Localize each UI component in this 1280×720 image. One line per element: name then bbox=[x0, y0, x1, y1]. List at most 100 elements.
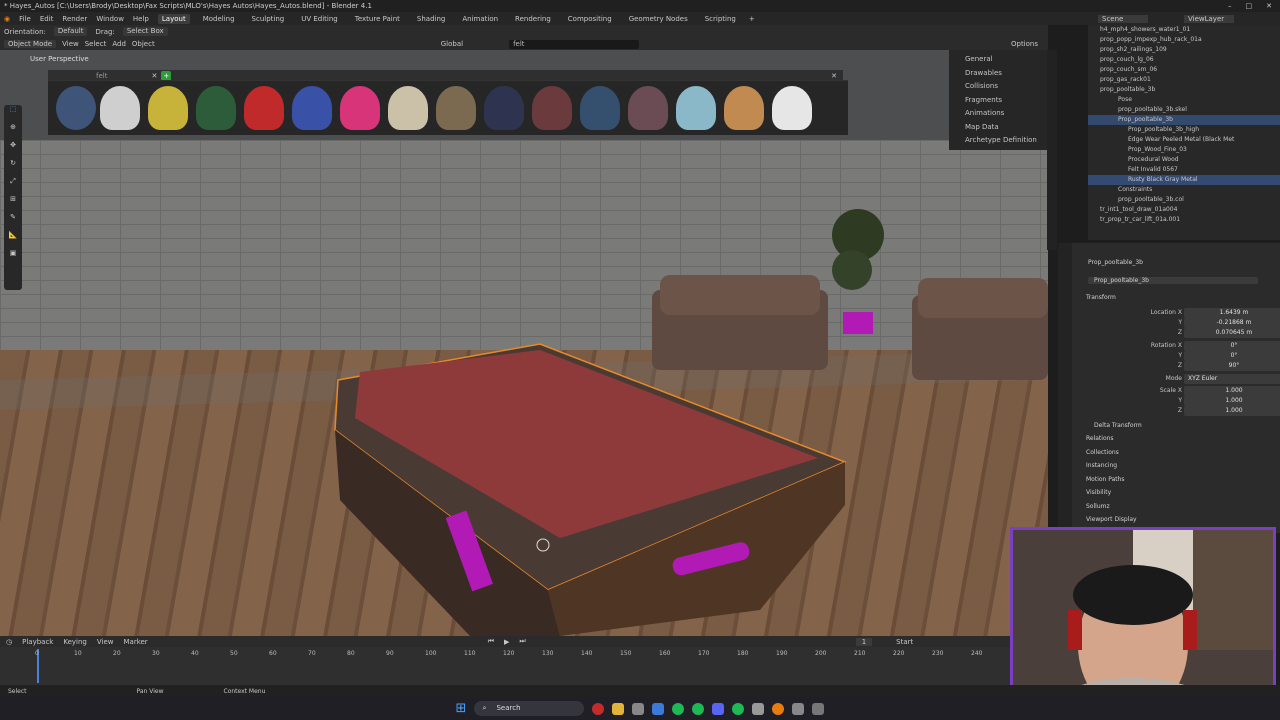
outliner-row[interactable]: prop_pooltable_3b.col bbox=[1088, 195, 1280, 205]
rotate-tool-icon[interactable]: ↻ bbox=[4, 159, 22, 177]
cursor-tool-icon[interactable]: ⊕ bbox=[4, 123, 22, 141]
taskbar-search[interactable]: ⌕ Search bbox=[474, 701, 585, 716]
scene-field[interactable]: Scene bbox=[1098, 14, 1148, 23]
tab-shading[interactable]: Shading bbox=[413, 14, 449, 24]
menu-render[interactable]: Render bbox=[62, 15, 87, 23]
tab-animation[interactable]: Animation bbox=[458, 14, 502, 24]
viewport-display-section[interactable]: Viewport Display bbox=[1086, 516, 1137, 523]
material-swatch[interactable] bbox=[196, 86, 236, 130]
object-name-field[interactable]: Prop_pooltable_3b bbox=[1088, 277, 1258, 284]
collections-section[interactable]: Collections bbox=[1086, 449, 1119, 456]
outliner-row[interactable]: Pose bbox=[1088, 95, 1280, 105]
visibility-section[interactable]: Visibility bbox=[1086, 489, 1111, 496]
menu-object[interactable]: Object bbox=[132, 40, 155, 48]
npanel-collisions[interactable]: Collisions bbox=[949, 80, 1047, 94]
rotation-x-field[interactable]: 0° bbox=[1184, 341, 1280, 351]
outliner-row[interactable]: prop_pooltable_3b bbox=[1088, 85, 1280, 95]
mode-dropdown[interactable]: Object Mode bbox=[4, 40, 57, 48]
material-swatch[interactable] bbox=[148, 86, 188, 130]
transform-orientation[interactable]: Global bbox=[441, 40, 463, 48]
relations-section[interactable]: Relations bbox=[1086, 435, 1114, 442]
menu-help[interactable]: Help bbox=[133, 15, 149, 23]
discord-icon[interactable] bbox=[712, 702, 725, 715]
transform-tool-icon[interactable]: ⊞ bbox=[4, 195, 22, 213]
timeline-view-menu[interactable]: View bbox=[97, 638, 114, 646]
folder-icon[interactable] bbox=[612, 702, 625, 715]
material-swatch[interactable] bbox=[724, 86, 764, 130]
close-icon[interactable]: ✕ bbox=[1266, 0, 1272, 12]
blender-icon[interactable] bbox=[772, 702, 785, 715]
playback-menu[interactable]: Playback bbox=[22, 638, 53, 646]
play-icon[interactable]: ▶ bbox=[504, 638, 509, 646]
sidebar-tabs[interactable] bbox=[1047, 50, 1057, 250]
orientation-dropdown[interactable]: Default bbox=[53, 27, 88, 36]
spotify-icon[interactable] bbox=[672, 702, 685, 715]
material-swatch[interactable] bbox=[388, 86, 428, 130]
jump-end-icon[interactable]: ⏭ bbox=[519, 637, 525, 646]
menu-edit[interactable]: Edit bbox=[40, 15, 54, 23]
select-tool-icon[interactable]: ⬚ bbox=[4, 105, 22, 123]
tab-sculpting[interactable]: Sculpting bbox=[248, 14, 289, 24]
outliner-row[interactable]: prop_couch_lg_06 bbox=[1088, 55, 1280, 65]
marker-menu[interactable]: Marker bbox=[123, 638, 147, 646]
viewlayer-field[interactable]: ViewLayer bbox=[1184, 14, 1234, 23]
scale-x-field[interactable]: 1.000 bbox=[1184, 386, 1280, 396]
material-swatch[interactable] bbox=[532, 86, 572, 130]
tab-scripting[interactable]: Scripting bbox=[701, 14, 740, 24]
delta-transform-section[interactable]: Delta Transform bbox=[1094, 422, 1142, 429]
sollumz-section[interactable]: Sollumz bbox=[1086, 503, 1110, 510]
app-icon[interactable] bbox=[752, 702, 765, 715]
location-x-field[interactable]: 1.6439 m bbox=[1184, 308, 1280, 318]
menu-add[interactable]: Add bbox=[112, 40, 126, 48]
scale-z-field[interactable]: 1.000 bbox=[1184, 406, 1280, 416]
material-search-input[interactable]: felt bbox=[96, 72, 107, 80]
npanel-fragments[interactable]: Fragments bbox=[949, 94, 1047, 108]
drag-dropdown[interactable]: Select Box bbox=[122, 27, 168, 36]
scale-tool-icon[interactable]: ⤢ bbox=[4, 177, 22, 195]
app-icon[interactable] bbox=[792, 702, 805, 715]
outliner-row[interactable]: prop_sh2_railings_109 bbox=[1088, 45, 1280, 55]
spotify-icon[interactable] bbox=[692, 702, 705, 715]
properties-tabs[interactable] bbox=[1058, 243, 1072, 533]
outliner-row[interactable]: Constraints bbox=[1088, 185, 1280, 195]
outliner-row[interactable]: prop_couch_sm_06 bbox=[1088, 65, 1280, 75]
outliner-row[interactable]: prop_pooltable_3b.skel bbox=[1088, 105, 1280, 115]
npanel-map-data[interactable]: Map Data bbox=[949, 121, 1047, 135]
outliner-row[interactable]: Procedural Wood bbox=[1088, 155, 1280, 165]
outliner-row[interactable]: prop_gas_rack01 bbox=[1088, 75, 1280, 85]
app-icon[interactable] bbox=[652, 702, 665, 715]
add-workspace-icon[interactable]: + bbox=[749, 15, 755, 23]
npanel-general[interactable]: General bbox=[949, 53, 1047, 67]
timeline[interactable]: 0 10 20 30 40 50 60 70 80 90 100 110 120… bbox=[0, 647, 1010, 685]
minimize-icon[interactable]: – bbox=[1228, 0, 1232, 12]
material-swatch[interactable] bbox=[244, 86, 284, 130]
material-swatch[interactable] bbox=[292, 86, 332, 130]
material-swatch[interactable] bbox=[484, 86, 524, 130]
menu-window[interactable]: Window bbox=[96, 15, 124, 23]
move-tool-icon[interactable]: ✥ bbox=[4, 141, 22, 159]
rotation-mode-dropdown[interactable]: XYZ Euler bbox=[1184, 374, 1280, 384]
material-swatch[interactable] bbox=[56, 86, 96, 130]
current-frame-field[interactable]: 1 bbox=[855, 637, 873, 646]
keying-menu[interactable]: Keying bbox=[63, 638, 87, 646]
material-swatch[interactable] bbox=[100, 86, 140, 130]
transform-section[interactable]: Transform bbox=[1086, 294, 1116, 301]
spotify-icon[interactable] bbox=[732, 702, 745, 715]
menu-view[interactable]: View bbox=[62, 40, 79, 48]
rotation-y-field[interactable]: 0° bbox=[1184, 351, 1280, 361]
jump-start-icon[interactable]: ⏮ bbox=[488, 637, 494, 646]
app-icon[interactable] bbox=[632, 702, 645, 715]
npanel-archetype-definition[interactable]: Archetype Definition bbox=[949, 134, 1047, 148]
material-swatch[interactable] bbox=[436, 86, 476, 130]
outliner-row[interactable]: Prop_Wood_Fine_03 bbox=[1088, 145, 1280, 155]
rotation-z-field[interactable]: 90° bbox=[1184, 361, 1280, 371]
menu-file[interactable]: File bbox=[19, 15, 31, 23]
clear-search-icon[interactable]: ✕ bbox=[151, 72, 157, 80]
outliner-row[interactable]: Felt Invalid 0567 bbox=[1088, 165, 1280, 175]
measure-tool-icon[interactable]: 📐 bbox=[4, 231, 22, 249]
tab-rendering[interactable]: Rendering bbox=[511, 14, 555, 24]
outliner-row[interactable]: tr_prop_tr_car_lift_01a.001 bbox=[1088, 215, 1280, 225]
timeline-editor-icon[interactable]: ◷ bbox=[6, 638, 12, 646]
tab-geometry-nodes[interactable]: Geometry Nodes bbox=[625, 14, 692, 24]
material-swatch[interactable] bbox=[676, 86, 716, 130]
